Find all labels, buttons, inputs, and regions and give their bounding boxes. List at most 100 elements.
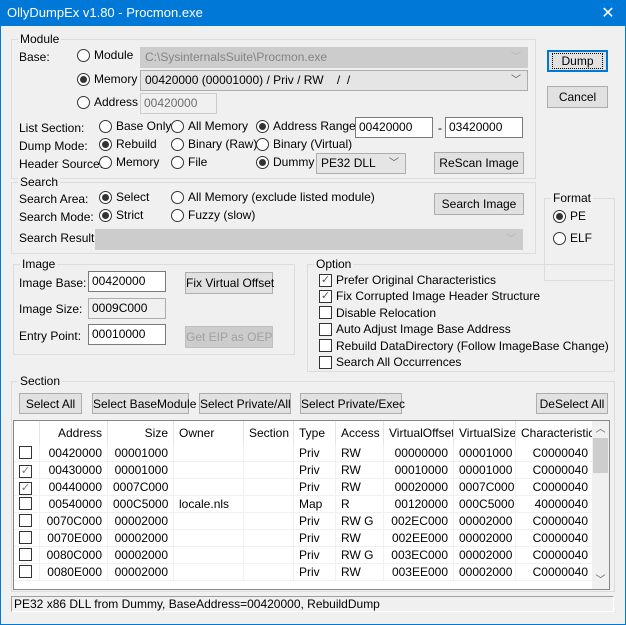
address-input[interactable]: 00420000 [140,93,217,114]
cell-type: Priv [294,445,336,462]
table-row[interactable]: 00420000 00001000 Priv RW 00000000 00001000 C0… [14,445,594,462]
option-checkbox[interactable]: Rebuild DataDirectory (Follow ImageBase … [319,339,609,353]
radio-indicator [553,209,566,223]
base-radio-module[interactable]: Module [77,48,133,62]
module-path-combo[interactable]: C:\SysinternalsSuite\Procmon.exe ﹀ [140,47,528,68]
cancel-button[interactable]: Cancel [547,86,608,108]
search-result-label: Search Result: [19,231,98,245]
base-radio-address[interactable]: Address [77,95,138,109]
dump-radio-binary-virtual[interactable]: Binary (Virtual) [256,137,352,151]
list-radio-base-only[interactable]: Base Only [99,119,171,133]
search-result-combo[interactable]: ﹀ [95,229,523,250]
search-image-button[interactable]: Search Image [434,193,524,215]
deselect-all-button[interactable]: DeSelect All [536,393,608,414]
cell-virtualoffset: 00020000 [384,479,454,496]
cell-virtualsize: 00001000 [454,445,516,462]
base-radio-memory[interactable]: Memory [77,72,137,86]
table-row[interactable]: 0080C000 00002000 Priv RW G 003EC000 00002000… [14,547,594,564]
column-header-type[interactable]: Type [294,421,336,445]
dump-radio-binary-raw[interactable]: Binary (Raw) [171,137,257,151]
select-private-exec-button[interactable]: Select Private/Exec [300,393,405,414]
row-checkbox[interactable] [14,530,40,547]
table-row[interactable]: ✓ 00440000 0007C000 Priv RW 00020000 0007C000 C… [14,479,594,496]
scroll-down-icon[interactable]: ﹀ [592,572,609,589]
format-radio-pe[interactable]: PE [553,209,586,223]
column-header-virtualsize[interactable]: VirtualSize [454,421,516,445]
cell-size: 000C5000 [108,496,174,513]
row-checkbox[interactable]: ✓ [14,479,40,496]
radio-indicator [99,119,112,133]
column-header-virtualoffset[interactable]: VirtualOffset [384,421,454,445]
list-radio-all-memory[interactable]: All Memory [171,119,248,133]
header-source-label: Header Source: [19,157,104,171]
format-radio-elf[interactable]: ELF [553,231,592,245]
checkbox-indicator [19,531,32,544]
option-checkbox[interactable]: Auto Adjust Image Base Address [319,322,511,336]
table-header: Address Size Owner Section Type Access Virtual… [14,421,594,445]
column-header-access[interactable]: Access [336,421,384,445]
rescan-image-button[interactable]: ReScan Image [434,152,524,174]
search-mode-radio-strict[interactable]: Strict [99,208,143,222]
image-size-input[interactable]: 0009C000 [88,298,166,319]
range-start-input[interactable]: 00420000 [355,117,433,138]
close-icon[interactable]: ✕ [590,0,626,26]
table-row[interactable]: 0070E000 00002000 Priv RW 002EE000 00002000 C0… [14,530,594,547]
search-area-radio-all-memory[interactable]: All Memory (exclude listed module) [171,190,375,204]
table-row[interactable]: 00540000 000C5000 locale.nls Map R 00120000 00… [14,496,594,513]
search-area-label: Search Area: [19,192,89,206]
radio-indicator [256,119,269,133]
scroll-thumb[interactable] [593,438,608,473]
radio-indicator [171,119,184,133]
search-mode-label: Search Mode: [19,210,94,224]
option-checkbox[interactable]: ✓ Prefer Original Characteristics [319,273,496,287]
table-scrollbar[interactable]: ︿ ﹀ [592,421,609,589]
dummy-type-combo[interactable]: PE32 DLL ﹀ [316,153,406,174]
fix-virtual-offset-button[interactable]: Fix Virtual Offset [185,272,274,294]
section-table: Address Size Owner Section Type Access Virtual… [13,420,610,590]
list-radio-address-range[interactable]: Address Range [256,119,356,133]
scroll-up-icon[interactable]: ︿ [592,421,609,438]
column-header-address[interactable]: Address [40,421,108,445]
memory-combo[interactable]: 00420000 (00001000) / Priv / RW / / ﹀ [140,70,528,91]
column-header-section[interactable]: Section [244,421,294,445]
radio-indicator [171,155,184,169]
row-checkbox[interactable] [14,496,40,513]
cell-access: RW [336,564,384,581]
select-basemodule-button[interactable]: Select BaseModule [92,393,196,414]
column-header-owner[interactable]: Owner [174,421,244,445]
column-header-check[interactable] [14,421,40,445]
cell-virtualsize: 00002000 [454,513,516,530]
search-area-radio-select[interactable]: Select [99,190,149,204]
table-row[interactable]: ✓ 00430000 00001000 Priv RW 00010000 00001000 C… [14,462,594,479]
option-group-label: Option [314,257,354,271]
image-group-label: Image [20,257,58,271]
row-checkbox[interactable] [14,547,40,564]
image-size-label: Image Size: [19,302,83,316]
table-row[interactable]: 0080E000 00002000 Priv RW 003EE000 00002000 C0… [14,564,594,581]
header-radio-memory[interactable]: Memory [99,155,159,169]
cell-address: 0070C000 [40,513,108,530]
dump-radio-rebuild[interactable]: Rebuild [99,137,157,151]
row-checkbox[interactable] [14,513,40,530]
select-private-all-button[interactable]: Select Private/All [199,393,291,414]
radio-indicator [99,208,112,222]
table-row[interactable]: 0070C000 00002000 Priv RW G 002EC000 00002000… [14,513,594,530]
range-end-input[interactable]: 03420000 [445,117,523,138]
get-eip-as-oep-button[interactable]: Get EIP as OEP [185,326,273,348]
column-header-characteristics[interactable]: Characteristics [516,421,594,445]
select-all-button[interactable]: Select All [19,393,82,414]
radio-indicator [553,231,566,245]
search-mode-radio-fuzzy[interactable]: Fuzzy (slow) [171,208,255,222]
option-checkbox[interactable]: ✓ Fix Corrupted Image Header Structure [319,289,540,303]
column-header-size[interactable]: Size [108,421,174,445]
dump-button[interactable]: Dump [547,50,608,72]
option-checkbox[interactable]: Search All Occurrences [319,355,461,369]
row-checkbox[interactable] [14,564,40,581]
entry-point-input[interactable]: 00010000 [88,324,166,345]
header-radio-dummy[interactable]: Dummy [256,155,314,169]
header-radio-file[interactable]: File [171,155,207,169]
option-checkbox[interactable]: Disable Relocation [319,306,436,320]
row-checkbox[interactable]: ✓ [14,462,40,479]
image-base-input[interactable]: 00420000 [88,271,166,292]
row-checkbox[interactable] [14,445,40,462]
